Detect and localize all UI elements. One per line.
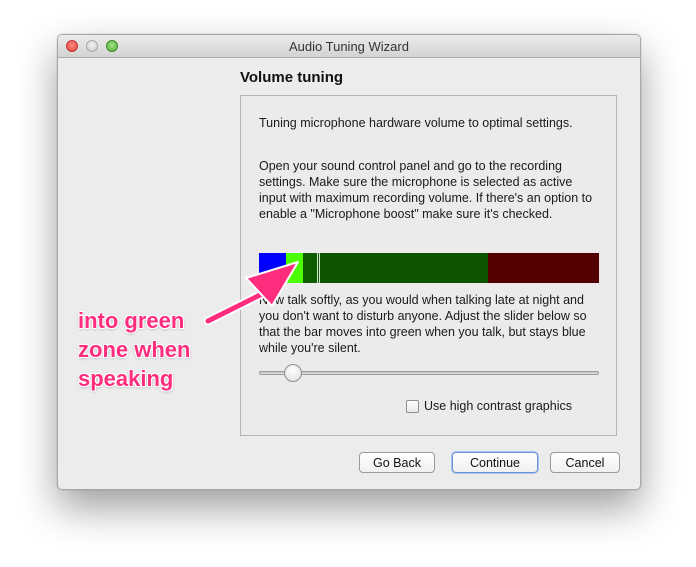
- cancel-button[interactable]: Cancel: [550, 452, 620, 473]
- continue-button[interactable]: Continue: [452, 452, 538, 473]
- annotation-line: zone when: [78, 337, 191, 362]
- high-contrast-checkbox[interactable]: [406, 399, 419, 413]
- volume-level-meter: [259, 253, 599, 283]
- meter-zone-speech: [320, 253, 489, 283]
- intro-text: Tuning microphone hardware volume to opt…: [259, 116, 573, 130]
- volume-slider-knob[interactable]: [284, 364, 302, 382]
- talk-instructions-text: Now talk softly, as you would when talki…: [259, 293, 587, 355]
- volume-slider-track[interactable]: [259, 371, 599, 375]
- meter-zone-too-loud: [488, 253, 599, 283]
- annotation-callout: into green zone when speaking: [78, 306, 190, 393]
- page-heading: Volume tuning: [240, 69, 344, 86]
- window-title: Audio Tuning Wizard: [289, 39, 409, 54]
- meter-zone-current-level: [286, 253, 304, 283]
- high-contrast-label: Use high contrast graphics: [424, 399, 572, 413]
- annotation-line: speaking: [78, 366, 174, 391]
- annotation-line: into green: [78, 308, 185, 333]
- meter-zone-silence: [259, 253, 287, 283]
- audio-tuning-window: Audio Tuning Wizard Volume tuning Tuning…: [57, 34, 641, 490]
- title-bar: Audio Tuning Wizard: [58, 35, 640, 58]
- high-contrast-option[interactable]: Use high contrast graphics: [406, 399, 572, 413]
- tuning-panel: Tuning microphone hardware volume to opt…: [240, 95, 617, 436]
- go-back-button[interactable]: Go Back: [359, 452, 435, 473]
- instructions-text: Open your sound control panel and go to …: [259, 159, 593, 221]
- meter-marker: [318, 253, 320, 283]
